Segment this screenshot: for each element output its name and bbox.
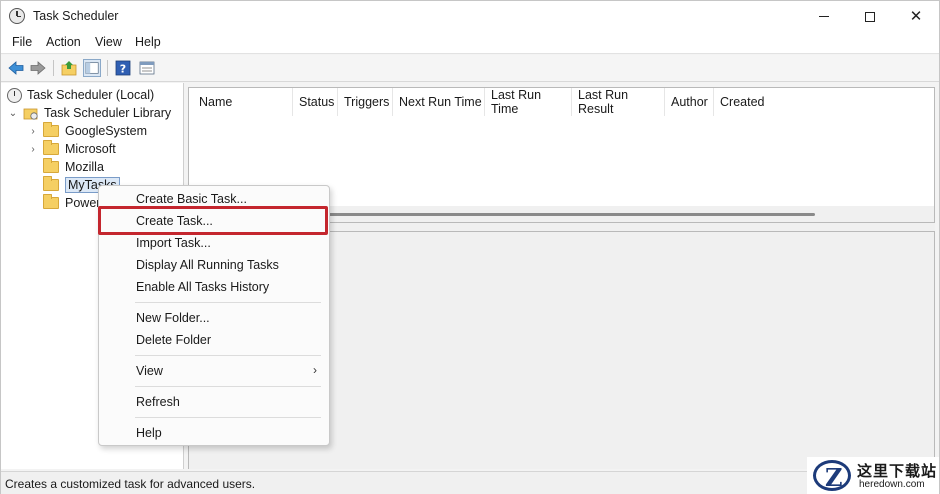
task-scheduler-window: Task Scheduler ✕ File Action View Help ? (0, 0, 940, 494)
column-header-next-run-time[interactable]: Next Run Time (393, 88, 485, 116)
folder-icon (43, 176, 59, 191)
scrollbar-thumb[interactable] (329, 213, 815, 216)
folder-icon (43, 122, 59, 137)
clock-icon (9, 8, 25, 24)
column-header-created[interactable]: Created (714, 88, 794, 116)
column-header-last-run-result[interactable]: Last Run Result (572, 88, 665, 116)
watermark-text: 这里下载站 (857, 462, 938, 480)
window-title: Task Scheduler (33, 9, 119, 23)
menu-separator (135, 417, 321, 418)
menu-bar: File Action View Help (1, 32, 939, 54)
menu-item-new-folder[interactable]: New Folder... (99, 307, 329, 329)
toolbar: ? (1, 55, 939, 82)
menu-item-delete-folder[interactable]: Delete Folder (99, 329, 329, 351)
menu-item-label: View (136, 364, 163, 378)
tree-item-root[interactable]: Task Scheduler (Local) (7, 86, 154, 104)
column-header-triggers[interactable]: Triggers (338, 88, 393, 116)
watermark: Z 这里下载站 heredown.com (807, 457, 939, 494)
close-button[interactable]: ✕ (893, 1, 939, 32)
library-folder-icon (23, 108, 38, 120)
column-header-status[interactable]: Status (293, 88, 338, 116)
chevron-right-icon: › (313, 363, 317, 377)
chevron-right-icon[interactable]: › (27, 144, 39, 155)
tree-item-mozilla[interactable]: Mozilla (43, 158, 104, 176)
clock-icon (7, 87, 22, 103)
properties-icon[interactable] (138, 59, 156, 77)
title-bar: Task Scheduler ✕ (1, 1, 939, 32)
menu-item-import-task[interactable]: Import Task... (99, 232, 329, 254)
tree-item-power[interactable]: Power (43, 194, 100, 212)
menu-view[interactable]: View (92, 35, 125, 49)
highlight-annotation (98, 206, 328, 235)
help-icon[interactable]: ? (114, 59, 132, 77)
close-icon: ✕ (909, 8, 923, 25)
toolbar-separator (53, 60, 54, 76)
tree-item-library[interactable]: ⌄ Task Scheduler Library (7, 104, 171, 122)
folder-up-icon[interactable] (60, 59, 78, 77)
menu-separator (135, 386, 321, 387)
chevron-down-icon[interactable]: ⌄ (7, 108, 19, 119)
menu-file[interactable]: File (9, 35, 35, 49)
maximize-button[interactable] (847, 1, 893, 32)
column-header-name[interactable]: Name (193, 88, 293, 116)
folder-icon (43, 194, 59, 209)
chevron-right-icon[interactable]: › (27, 126, 39, 137)
status-text: Creates a customized task for advanced u… (5, 477, 256, 491)
menu-help[interactable]: Help (132, 35, 164, 49)
tree-item-label: Microsoft (65, 142, 116, 156)
tree-item-label: Task Scheduler Library (44, 106, 172, 120)
watermark-logo-icon: Z (813, 460, 851, 492)
tree-item-googlesystem[interactable]: › GoogleSystem (27, 122, 147, 140)
menu-item-display-running-tasks[interactable]: Display All Running Tasks (99, 254, 329, 276)
svg-text:?: ? (120, 63, 126, 76)
menu-action[interactable]: Action (43, 35, 84, 49)
menu-item-enable-tasks-history[interactable]: Enable All Tasks History (99, 276, 329, 298)
tree-item-label: GoogleSystem (65, 124, 147, 138)
column-header-author[interactable]: Author (665, 88, 714, 116)
maximize-icon (865, 11, 875, 22)
minimize-button[interactable] (801, 1, 847, 32)
show-hide-console-tree-icon[interactable] (83, 59, 101, 77)
status-bar: Creates a customized task for advanced u… (1, 471, 939, 494)
menu-item-refresh[interactable]: Refresh (99, 391, 329, 413)
tree-item-label: Task Scheduler (Local) (27, 88, 155, 102)
tree-item-label: Mozilla (65, 160, 104, 174)
folder-icon (43, 158, 59, 173)
menu-separator (135, 355, 321, 356)
tree-item-microsoft[interactable]: › Microsoft (27, 140, 116, 158)
back-arrow-icon[interactable] (7, 59, 25, 77)
forward-arrow-icon[interactable] (29, 59, 47, 77)
menu-item-view[interactable]: View › (99, 360, 329, 382)
minimize-icon (819, 16, 829, 17)
tree-item-label: Power (65, 196, 101, 210)
folder-icon (43, 140, 59, 155)
menu-item-help[interactable]: Help (99, 422, 329, 444)
menu-separator (135, 302, 321, 303)
column-header-last-run-time[interactable]: Last Run Time (485, 88, 572, 116)
toolbar-separator (107, 60, 108, 76)
watermark-url: heredown.com (859, 479, 925, 490)
